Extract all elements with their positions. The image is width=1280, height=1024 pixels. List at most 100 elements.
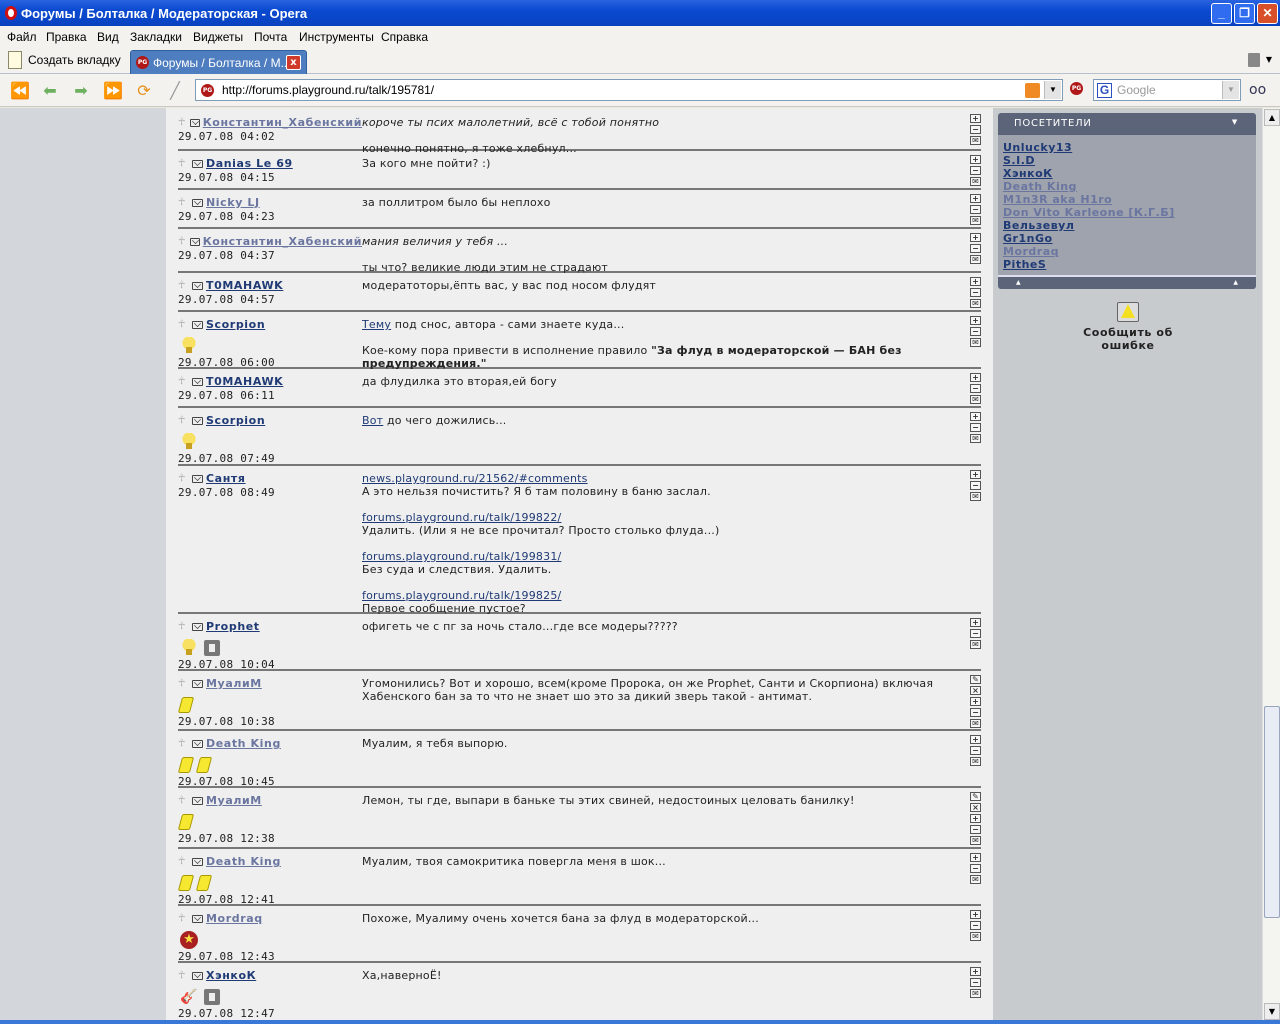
mail-icon[interactable] <box>192 377 203 386</box>
plus-icon[interactable]: + <box>970 814 981 823</box>
plus-icon[interactable]: + <box>970 114 981 123</box>
scroll-up-icon[interactable]: ▲ <box>1016 279 1021 286</box>
plus-icon[interactable]: + <box>970 967 981 976</box>
glasses-icon[interactable]: oo <box>1249 82 1266 98</box>
minus-icon[interactable]: − <box>970 288 981 297</box>
mail-icon[interactable] <box>192 796 203 805</box>
user-icon[interactable]: ☥ <box>178 738 189 750</box>
mail-icon[interactable]: ✉ <box>970 719 981 728</box>
visitors-header[interactable]: ПОСЕТИТЕЛИ ▼ <box>998 113 1256 135</box>
author-name-link[interactable]: Death King <box>206 855 281 868</box>
user-icon[interactable]: ☥ <box>178 678 189 690</box>
mail-icon[interactable]: ✉ <box>970 989 981 998</box>
visitor-link[interactable]: Gr1nGo <box>1003 232 1251 245</box>
user-icon[interactable]: ☥ <box>178 280 189 292</box>
mail-icon[interactable]: ✉ <box>970 255 981 264</box>
menu-view[interactable]: Вид <box>97 30 119 44</box>
minus-icon[interactable]: − <box>970 481 981 490</box>
plus-icon[interactable]: + <box>970 618 981 627</box>
playground-icon[interactable]: PG <box>1070 82 1083 95</box>
minus-icon[interactable]: − <box>970 629 981 638</box>
plus-icon[interactable]: + <box>970 155 981 164</box>
scrollbar-thumb[interactable] <box>1264 706 1280 918</box>
mail-icon[interactable] <box>192 159 203 168</box>
maximize-button[interactable]: ❐ <box>1234 3 1255 24</box>
author-name-link[interactable]: Death King <box>206 737 281 750</box>
mail-icon[interactable]: ✉ <box>970 177 981 186</box>
plus-icon[interactable]: + <box>970 277 981 286</box>
author-name-link[interactable]: Mordraq <box>206 912 263 925</box>
user-icon[interactable]: ☥ <box>178 473 189 485</box>
visitor-link[interactable]: Don Vito Karleone [К.Г.Б] <box>1003 206 1251 219</box>
mail-icon[interactable]: ✉ <box>970 299 981 308</box>
plus-icon[interactable]: + <box>970 412 981 421</box>
visitor-link[interactable]: PitheS <box>1003 258 1251 271</box>
trash-icon[interactable] <box>1248 53 1260 67</box>
author-name-link[interactable]: Константин_Хабенский <box>203 235 362 248</box>
minus-icon[interactable]: − <box>970 825 981 834</box>
mail-icon[interactable] <box>192 914 203 923</box>
mail-icon[interactable]: ✉ <box>970 875 981 884</box>
mail-icon[interactable]: ✉ <box>970 136 981 145</box>
delete-icon[interactable]: × <box>970 803 981 812</box>
mail-icon[interactable] <box>192 320 203 329</box>
post-link[interactable]: forums.playground.ru/talk/199831/ <box>362 550 561 563</box>
user-icon[interactable]: ☥ <box>178 158 189 170</box>
author-name-link[interactable]: МуалиМ <box>206 677 262 690</box>
minus-icon[interactable]: − <box>970 746 981 755</box>
edit-icon[interactable]: ✎ <box>970 792 981 801</box>
close-tab-icon[interactable]: x <box>286 55 301 70</box>
menu-file[interactable]: Файл <box>7 30 37 44</box>
menu-tools[interactable]: Инструменты <box>299 30 374 44</box>
scroll-up-icon[interactable]: ▲ <box>1233 279 1238 286</box>
user-icon[interactable]: ☥ <box>178 970 189 982</box>
user-icon[interactable]: ☥ <box>178 236 187 248</box>
chevron-down-icon[interactable]: ▼ <box>1266 55 1272 64</box>
mail-icon[interactable]: ✉ <box>970 640 981 649</box>
forward-icon[interactable]: ➡ <box>71 81 91 101</box>
author-name-link[interactable]: Danias Le 69 <box>206 157 293 170</box>
plus-icon[interactable]: + <box>970 373 981 382</box>
post-link[interactable]: Вот <box>362 414 383 427</box>
plus-icon[interactable]: + <box>970 697 981 706</box>
plus-icon[interactable]: + <box>970 233 981 242</box>
menu-widgets[interactable]: Виджеты <box>193 30 243 44</box>
visitor-link[interactable]: ХэнкоК <box>1003 167 1251 180</box>
author-name-link[interactable]: Nicky LJ <box>206 196 260 209</box>
post-link[interactable]: news.playground.ru/21562/#comments <box>362 472 588 485</box>
minus-icon[interactable]: − <box>970 423 981 432</box>
mail-icon[interactable]: ✉ <box>970 757 981 766</box>
user-icon[interactable]: ☥ <box>178 117 187 129</box>
minus-icon[interactable]: − <box>970 327 981 336</box>
minus-icon[interactable]: − <box>970 244 981 253</box>
mail-icon[interactable] <box>192 739 203 748</box>
author-name-link[interactable]: МуалиМ <box>206 794 262 807</box>
mail-icon[interactable] <box>192 474 203 483</box>
rewind-icon[interactable]: ⏪ <box>10 81 30 101</box>
mail-icon[interactable]: ✉ <box>970 836 981 845</box>
edit-icon[interactable]: ✎ <box>970 675 981 684</box>
fast-forward-icon[interactable]: ⏩ <box>103 81 123 101</box>
mail-icon[interactable] <box>192 679 203 688</box>
mail-icon[interactable] <box>192 416 203 425</box>
minus-icon[interactable]: − <box>970 205 981 214</box>
mail-icon[interactable]: ✉ <box>970 492 981 501</box>
collapse-icon[interactable]: ▼ <box>1232 118 1238 126</box>
minus-icon[interactable]: − <box>970 384 981 393</box>
mail-icon[interactable] <box>192 622 203 631</box>
user-icon[interactable]: ☥ <box>178 415 189 427</box>
mail-icon[interactable] <box>190 118 200 127</box>
search-engine-dropdown-icon[interactable]: ▼ <box>1222 81 1239 99</box>
reload-icon[interactable]: ⟳ <box>134 81 154 101</box>
mail-icon[interactable] <box>192 281 203 290</box>
minus-icon[interactable]: − <box>970 978 981 987</box>
visitor-link[interactable]: Вельзевул <box>1003 219 1251 232</box>
author-name-link[interactable]: T0MAHAWK <box>206 375 283 388</box>
author-name-link[interactable]: Константин_Хабенский <box>203 116 362 129</box>
back-icon[interactable]: ⬅ <box>40 81 60 101</box>
plus-icon[interactable]: + <box>970 470 981 479</box>
user-icon[interactable]: ☥ <box>178 197 189 209</box>
report-error-button[interactable]: Сообщить об ошибке <box>1073 302 1183 352</box>
menu-help[interactable]: Справка <box>381 30 428 44</box>
post-link[interactable]: forums.playground.ru/talk/199822/ <box>362 511 561 524</box>
